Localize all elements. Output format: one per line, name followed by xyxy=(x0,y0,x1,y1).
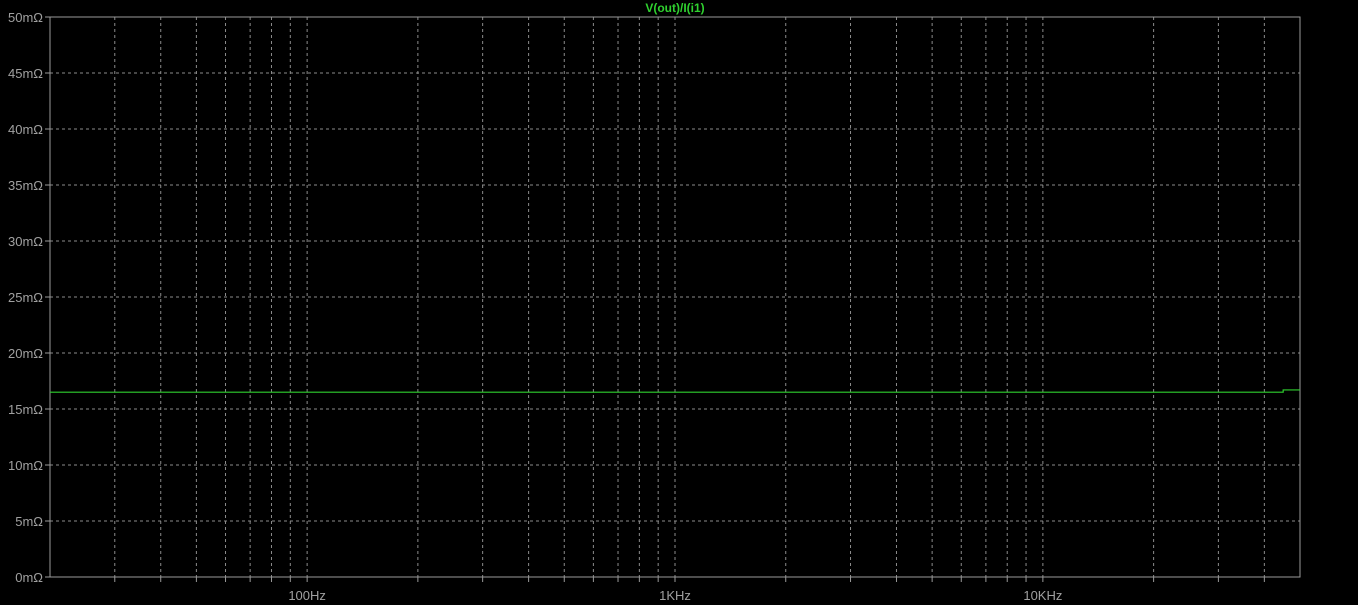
y-tick-label: 30mΩ xyxy=(8,234,43,249)
trace-title[interactable]: V(out)/I(i1) xyxy=(645,1,704,15)
y-axis-ticks: 0mΩ 5mΩ 10mΩ 15mΩ 20mΩ 25mΩ 30mΩ 35mΩ 40mΩ 45mΩ 50… xyxy=(8,10,50,585)
y-tick-label: 35mΩ xyxy=(8,178,43,193)
plot-area: 0mΩ 5mΩ 10mΩ 15mΩ 20mΩ 25mΩ 30mΩ 35mΩ 40mΩ 45mΩ 50… xyxy=(8,1,1301,603)
y-tick-label: 50mΩ xyxy=(8,10,43,25)
y-tick-label: 0mΩ xyxy=(15,570,43,585)
x-tick-label: 10KHz xyxy=(1023,588,1062,603)
grid-lines xyxy=(50,17,1300,577)
y-tick-label: 40mΩ xyxy=(8,122,43,137)
y-tick-label: 25mΩ xyxy=(8,290,43,305)
x-tick-label: 100Hz xyxy=(288,588,326,603)
y-tick-label: 15mΩ xyxy=(8,402,43,417)
y-tick-label: 45mΩ xyxy=(8,66,43,81)
y-tick-label: 10mΩ xyxy=(8,458,43,473)
y-tick-label: 5mΩ xyxy=(15,514,43,529)
y-tick-label: 20mΩ xyxy=(8,346,43,361)
x-axis-ticks: 100Hz 1KHz 10KHz xyxy=(114,577,1265,603)
x-tick-label: 1KHz xyxy=(659,588,691,603)
